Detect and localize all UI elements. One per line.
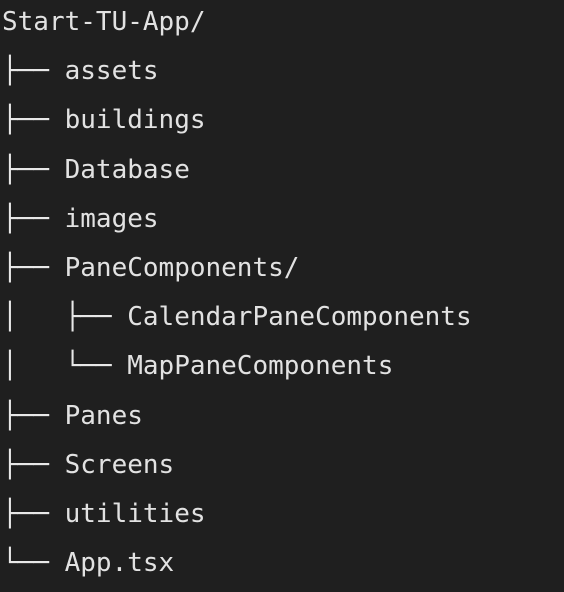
tree-item-name: App.tsx bbox=[64, 548, 175, 579]
tree-item-name: utilities bbox=[64, 498, 206, 529]
tree-branch-prefix: │ ├── bbox=[2, 302, 128, 333]
tree-item: ├── PaneComponents/ bbox=[2, 248, 472, 297]
tree-branch-prefix: ├── bbox=[2, 203, 65, 234]
tree-item: │ ├── CalendarPaneComponents bbox=[2, 297, 472, 346]
tree-item: ├── Panes bbox=[2, 396, 472, 445]
tree-item-name: MapPaneComponents bbox=[127, 351, 394, 382]
tree-branch-prefix: ├── bbox=[2, 498, 65, 529]
tree-branch-prefix: ├── bbox=[2, 400, 65, 431]
tree-branch-prefix: ├── bbox=[2, 449, 65, 480]
tree-item-name: Screens bbox=[64, 449, 175, 480]
tree-item-name: Panes bbox=[64, 400, 143, 431]
tree-branch-prefix: ├── bbox=[2, 105, 65, 136]
tree-item: │ └── MapPaneComponents bbox=[2, 346, 472, 395]
tree-item: ├── Screens bbox=[2, 445, 472, 494]
tree-item: ├── Database bbox=[2, 150, 472, 199]
tree-item-name: PaneComponents/ bbox=[64, 252, 300, 283]
tree-item: ├── assets bbox=[2, 51, 472, 100]
tree-item: ├── images bbox=[2, 199, 472, 248]
tree-item-name: images bbox=[64, 203, 159, 234]
tree-root: Start-TU-App/ bbox=[2, 7, 206, 37]
tree-item: ├── utilities bbox=[2, 494, 472, 543]
directory-tree: Start-TU-App/ ├── assets ├── buildings ├──… bbox=[2, 2, 472, 592]
tree-item-name: CalendarPaneComponents bbox=[127, 302, 472, 333]
tree-branch-prefix: ├── bbox=[2, 56, 65, 87]
tree-item-name: assets bbox=[64, 56, 159, 87]
tree-item: └── App.tsx bbox=[2, 543, 472, 592]
tree-item: ├── buildings bbox=[2, 100, 472, 149]
tree-item-name: buildings bbox=[64, 105, 206, 136]
tree-branch-prefix: ├── bbox=[2, 154, 65, 185]
tree-branch-prefix: └── bbox=[2, 548, 65, 579]
tree-branch-prefix: ├── bbox=[2, 252, 65, 283]
tree-item-name: Database bbox=[64, 154, 190, 185]
tree-branch-prefix: │ └── bbox=[2, 351, 128, 382]
